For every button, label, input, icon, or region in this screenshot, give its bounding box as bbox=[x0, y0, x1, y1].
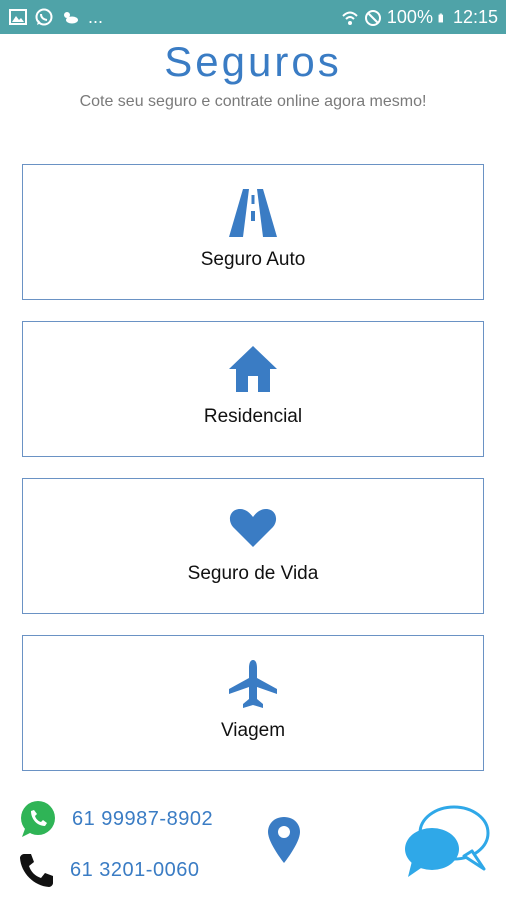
road-icon bbox=[229, 189, 277, 237]
airplane-icon bbox=[229, 660, 277, 708]
whatsapp-contact[interactable]: 61 99987-8902 bbox=[18, 799, 213, 839]
phone-icon bbox=[20, 854, 53, 887]
house-icon bbox=[229, 346, 277, 392]
battery-percent: 100% bbox=[386, 7, 433, 27]
option-label: Seguro Auto bbox=[200, 249, 306, 270]
heart-icon bbox=[229, 509, 277, 547]
whatsapp-icon bbox=[21, 801, 55, 837]
page-title: Seguros bbox=[164, 38, 342, 85]
option-label: Seguro de Vida bbox=[187, 563, 319, 584]
chat-icon[interactable] bbox=[402, 803, 492, 881]
system-icons: 100% 12:15 bbox=[341, 7, 498, 28]
option-seguro-auto[interactable]: Seguro Auto bbox=[22, 164, 484, 300]
option-viagem[interactable]: Viagem bbox=[22, 635, 484, 771]
whatsapp-icon bbox=[35, 8, 53, 26]
do-not-disturb-icon bbox=[364, 9, 381, 26]
option-seguro-de-vida[interactable]: Seguro de Vida bbox=[22, 478, 484, 614]
location-pin-icon[interactable] bbox=[264, 815, 304, 865]
notification-icons: ... bbox=[8, 7, 103, 27]
phone-contact[interactable]: 61 3201-0060 bbox=[18, 851, 199, 889]
option-label: Viagem bbox=[220, 720, 286, 741]
page-subtitle: Cote seu seguro e contrate online agora … bbox=[79, 93, 427, 110]
battery-icon bbox=[438, 13, 443, 22]
more-notifications: ... bbox=[88, 7, 104, 27]
option-label: Residencial bbox=[203, 406, 303, 427]
clock: 12:15 bbox=[452, 7, 498, 27]
option-residencial[interactable]: Residencial bbox=[22, 321, 484, 457]
wifi-icon bbox=[342, 11, 358, 25]
weather-icon bbox=[64, 12, 78, 24]
phone-number[interactable]: 61 3201-0060 bbox=[70, 859, 199, 882]
whatsapp-number[interactable]: 61 99987-8902 bbox=[72, 808, 213, 831]
image-icon bbox=[9, 9, 27, 25]
status-bar: ... 100% 12:15 bbox=[0, 0, 506, 34]
